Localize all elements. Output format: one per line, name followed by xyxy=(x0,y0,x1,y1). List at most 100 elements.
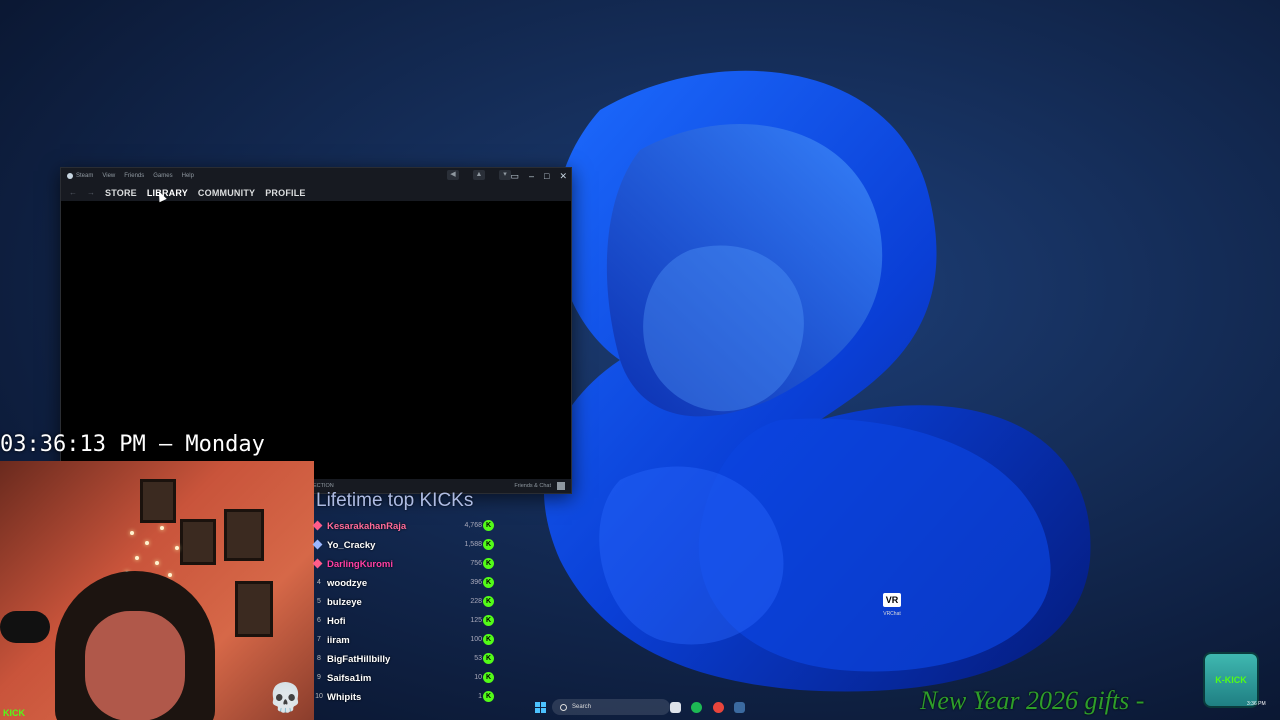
new-year-gifts-banner: New Year 2026 gifts - xyxy=(920,686,1145,715)
leaderboard-name: KesarakahanRaja xyxy=(327,521,407,532)
rank-number: 8 xyxy=(317,655,321,662)
vrchat-label: VRChat xyxy=(883,611,901,617)
menu-view[interactable]: View xyxy=(102,173,115,179)
windows-start-icon[interactable] xyxy=(535,702,546,713)
leaderboard-row: 8 BigFatHillbilly 53 K xyxy=(314,650,494,669)
steam-taskbar-icon[interactable] xyxy=(734,702,745,713)
rank-gem-icon xyxy=(312,558,323,569)
clock-overlay: 03:36:13 PM – Monday xyxy=(0,432,265,457)
leaderboard-amount: 100 xyxy=(470,636,482,643)
wall-photo xyxy=(235,581,273,637)
kick-gift-box-icon: K-KICK xyxy=(1203,652,1259,708)
forward-arrow-icon[interactable]: → xyxy=(87,188,95,197)
leaderboard-name: bulzeye xyxy=(327,597,362,608)
nav-library[interactable]: LIBRARY xyxy=(147,188,188,198)
menu-games[interactable]: Games xyxy=(153,173,172,179)
leaderboard-row: 10 Whipits 1 K xyxy=(314,688,494,707)
steam-navbar: ← → STORE LIBRARY COMMUNITY PROFILE xyxy=(61,184,571,201)
kick-coin-icon: K xyxy=(483,691,494,702)
kick-watermark: KICK xyxy=(3,708,25,718)
megaphone-icon[interactable]: ◀ xyxy=(447,170,459,180)
leaderboard-name: woodzye xyxy=(327,578,368,589)
wall-photo xyxy=(224,509,264,561)
kick-coin-icon: K xyxy=(483,577,494,588)
big-picture-icon[interactable]: ▭ xyxy=(510,171,519,182)
collection-label[interactable]: ECTION xyxy=(313,483,334,489)
minimize-button[interactable]: – xyxy=(529,171,534,181)
leaderboard-name: BigFatHillbilly xyxy=(327,654,391,665)
titlebar-icons: ◀ ▲ ▾ xyxy=(447,170,511,180)
window-controls: ▭ – □ ✕ xyxy=(510,168,567,184)
leaderboard-row: 6 Hofi 125 K xyxy=(314,612,494,631)
kick-coin-icon: K xyxy=(483,596,494,607)
rank-number: 6 xyxy=(317,617,321,624)
leaderboard-name: Yo_Cracky xyxy=(327,540,376,551)
kick-coin-icon: K xyxy=(483,672,494,683)
nav-community[interactable]: COMMUNITY xyxy=(198,188,255,198)
streamer-face xyxy=(85,611,185,720)
leaderboard-title: Lifetime top KICKs xyxy=(316,490,474,511)
leaderboard-row: KesarakahanRaja 4,768 K xyxy=(312,517,494,536)
maximize-button[interactable]: □ xyxy=(544,171,549,181)
kick-coin-icon: K xyxy=(483,520,494,531)
rank-number: 7 xyxy=(317,636,321,643)
leaderboard-amount: 1,588 xyxy=(464,541,482,548)
webcam-feed: KICK 💀 xyxy=(0,461,314,720)
chrome-icon[interactable] xyxy=(713,702,724,713)
leaderboard-amount: 1 xyxy=(478,693,482,700)
search-icon xyxy=(560,703,567,711)
leaderboard-row: DarlingKuromi 756 K xyxy=(312,555,494,574)
nav-profile[interactable]: PROFILE xyxy=(265,188,305,198)
spotify-icon[interactable] xyxy=(691,702,702,713)
leaderboard-row: 4 woodzye 396 K xyxy=(314,574,494,593)
leaderboard-row: 5 bulzeye 228 K xyxy=(314,593,494,612)
rank-gem-icon xyxy=(312,539,323,550)
leaderboard-amount: 10 xyxy=(474,674,482,681)
kick-coin-icon: K xyxy=(483,653,494,664)
back-arrow-icon[interactable]: ← xyxy=(69,188,77,197)
menu-help[interactable]: Help xyxy=(182,173,194,179)
friends-chat-icon[interactable] xyxy=(557,482,565,490)
leaderboard-amount: 228 xyxy=(470,598,482,605)
steam-titlebar: Steam View Friends Games Help ◀ ▲ ▾ ▭ – … xyxy=(61,168,571,184)
task-view-icon[interactable] xyxy=(670,702,681,713)
account-menu-icon[interactable]: ▾ xyxy=(499,170,511,180)
desktop-icon-vrchat[interactable]: VR VRChat xyxy=(877,593,907,617)
search-placeholder: Search xyxy=(572,704,592,710)
leaderboard-row: Yo_Cracky 1,588 K xyxy=(312,536,494,555)
leaderboard-amount: 53 xyxy=(474,655,482,662)
leaderboard-row: 7 iiram 100 K xyxy=(314,631,494,650)
taskbar-clock[interactable]: 3:36 PM xyxy=(1247,701,1266,707)
leaderboard-overlay: Lifetime top KICKs KesarakahanRaja 4,768 K… xyxy=(312,490,494,707)
leaderboard-row: 9 Saifsa1im 10 K xyxy=(314,669,494,688)
leaderboard-name: iiram xyxy=(327,635,350,646)
nav-store[interactable]: STORE xyxy=(105,188,137,198)
taskbar: Search xyxy=(500,697,1280,720)
close-button[interactable]: ✕ xyxy=(559,171,567,182)
leaderboard-amount: 396 xyxy=(470,579,482,586)
wall-photo xyxy=(140,479,176,523)
kick-coin-icon: K xyxy=(483,558,494,569)
leaderboard-name: Saifsa1im xyxy=(327,673,372,684)
rank-number: 5 xyxy=(317,598,321,605)
rank-number: 4 xyxy=(317,579,321,586)
leaderboard-name: Whipits xyxy=(327,692,362,703)
leaderboard-amount: 4,768 xyxy=(464,522,482,529)
leaderboard-name: Hofi xyxy=(327,616,346,627)
vrchat-icon: VR xyxy=(883,593,901,607)
rank-number: 9 xyxy=(317,674,321,681)
kick-coin-icon: K xyxy=(483,615,494,626)
kick-coin-icon: K xyxy=(483,634,494,645)
menu-friends[interactable]: Friends xyxy=(124,173,144,179)
kick-coin-icon: K xyxy=(483,539,494,550)
steam-logo-icon xyxy=(67,173,73,179)
menu-steam[interactable]: Steam xyxy=(76,173,93,179)
friends-chat-button[interactable]: Friends & Chat xyxy=(514,483,551,489)
skull-icon: 💀 xyxy=(268,682,303,713)
leaderboard-name: DarlingKuromi xyxy=(327,559,393,570)
rank-gem-icon xyxy=(312,520,323,531)
microphone xyxy=(0,611,50,643)
taskbar-search[interactable]: Search xyxy=(552,699,670,715)
leaderboard-amount: 125 xyxy=(470,617,482,624)
notification-bell-icon[interactable]: ▲ xyxy=(473,170,485,180)
